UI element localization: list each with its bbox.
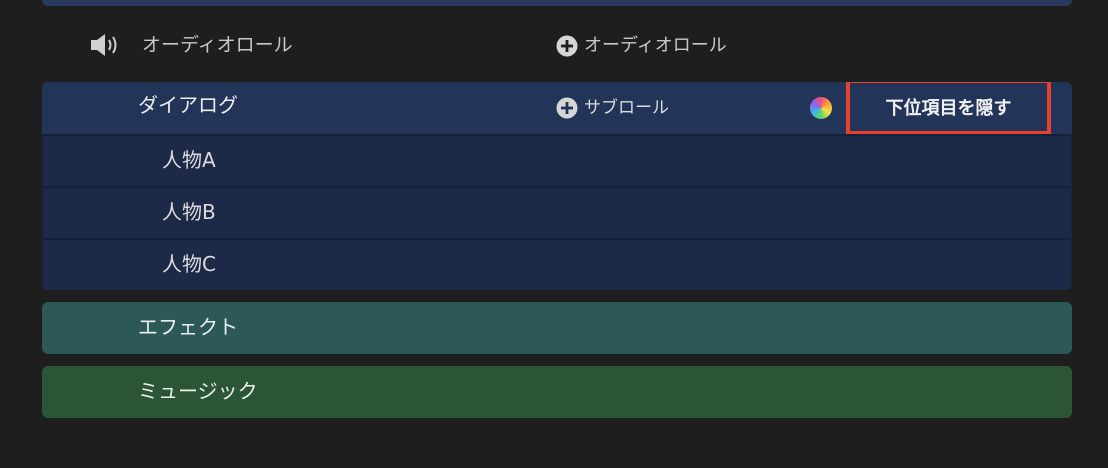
hide-subitems-button[interactable]: 下位項目を隠す <box>846 82 1051 135</box>
effects-role-bar[interactable]: エフェクト <box>42 302 1072 354</box>
previous-role-bar <box>42 0 1072 6</box>
subrole-label: 人物A <box>162 148 216 172</box>
add-audio-role-button[interactable]: オーディオロール <box>556 34 727 58</box>
add-subrole-button[interactable]: サブロール <box>556 96 669 120</box>
subrole-label: 人物C <box>162 252 216 276</box>
dialogue-role-group: ダイアログ サブロール 下位項目を隠す 人物A 人物B 人物C <box>42 82 1072 290</box>
music-role-label: ミュージック <box>138 379 258 403</box>
audio-roles-title: オーディオロール <box>142 34 293 56</box>
add-audio-role-label: オーディオロール <box>584 35 727 56</box>
music-role-bar[interactable]: ミュージック <box>42 366 1072 418</box>
subrole-label: 人物B <box>162 200 216 224</box>
subrole-row[interactable]: 人物A <box>44 134 1070 186</box>
dialogue-role-label: ダイアログ <box>138 93 238 117</box>
plus-circle-icon <box>556 97 578 119</box>
plus-circle-icon <box>556 35 578 57</box>
color-wheel-icon[interactable] <box>810 97 832 119</box>
effects-role-label: エフェクト <box>138 315 238 339</box>
subrole-row[interactable]: 人物C <box>44 238 1070 290</box>
add-subrole-label: サブロール <box>584 98 669 118</box>
speaker-icon <box>91 34 117 56</box>
subrole-row[interactable]: 人物B <box>44 186 1070 238</box>
dialogue-role-header[interactable]: ダイアログ サブロール 下位項目を隠す <box>42 82 1072 135</box>
